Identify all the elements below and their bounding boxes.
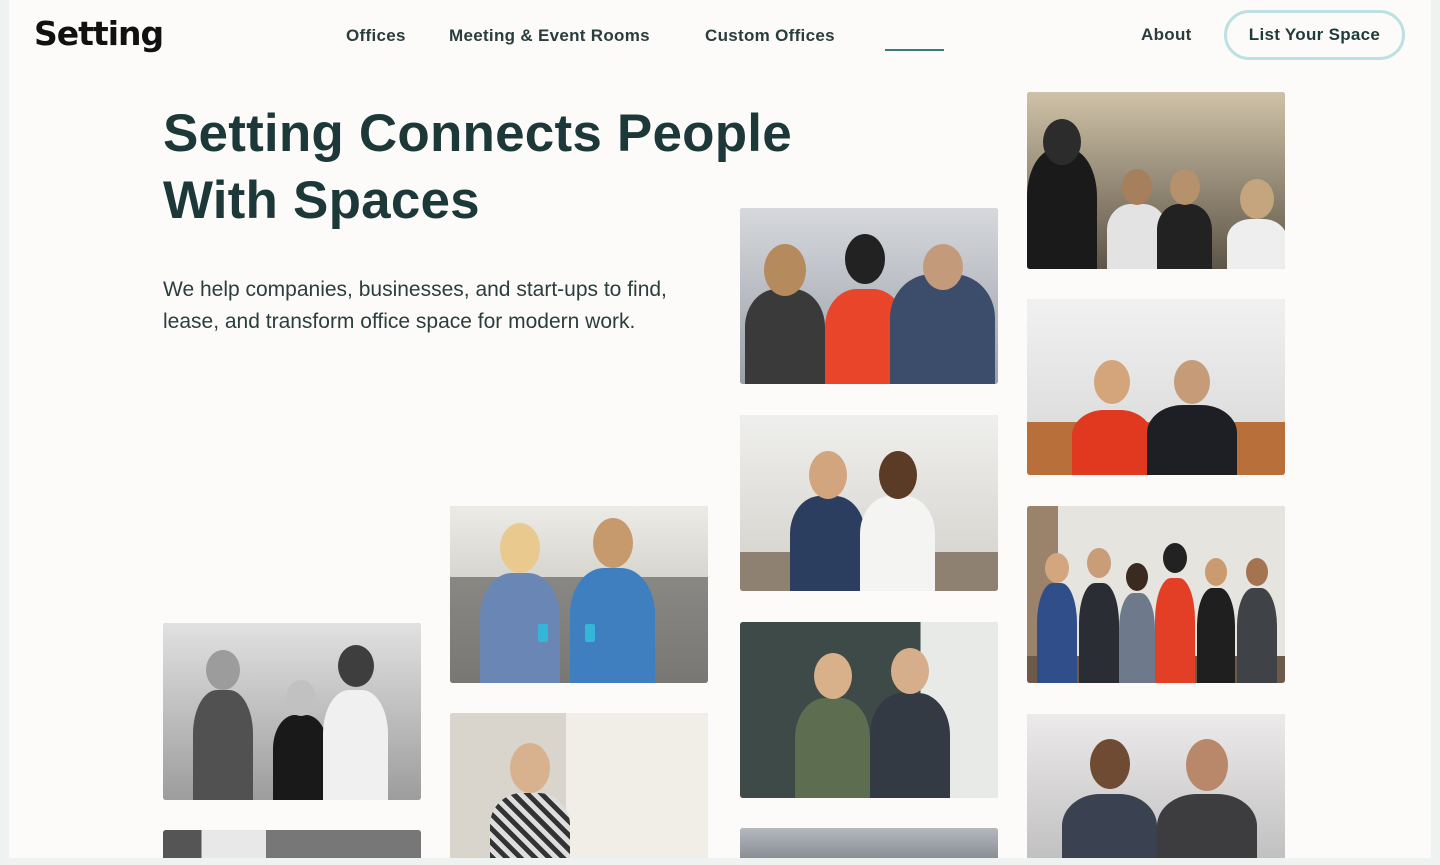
hero-title-line2: With Spaces — [163, 171, 480, 230]
event-photo-7 — [740, 622, 998, 798]
event-photo-9 — [1027, 92, 1285, 269]
logo[interactable]: Setting — [34, 14, 164, 53]
nav-meeting-event-rooms[interactable]: Meeting & Event Rooms — [449, 26, 650, 46]
hero-description: We help companies, businesses, and start… — [163, 278, 667, 333]
event-photo-8 — [740, 828, 998, 858]
nav-offices[interactable]: Offices — [346, 26, 406, 46]
event-photo-4 — [450, 713, 708, 858]
event-photo-6 — [740, 415, 998, 591]
event-photo-11 — [1027, 506, 1285, 683]
nav-about[interactable]: About — [1141, 25, 1192, 45]
event-photo-3 — [450, 506, 708, 683]
hero-title-line1: Setting Connects People — [163, 104, 792, 163]
event-photo-12 — [1027, 714, 1285, 858]
list-your-space-button[interactable]: List Your Space — [1224, 10, 1405, 60]
nav-active-underline — [885, 49, 944, 51]
event-photo-10 — [1027, 299, 1285, 475]
event-photo-5 — [740, 208, 998, 384]
event-photo-2 — [163, 830, 421, 858]
nav-custom-offices[interactable]: Custom Offices — [705, 26, 835, 46]
page: Setting Offices Meeting & Event Rooms Cu… — [9, 0, 1431, 858]
event-photo-1 — [163, 623, 421, 800]
